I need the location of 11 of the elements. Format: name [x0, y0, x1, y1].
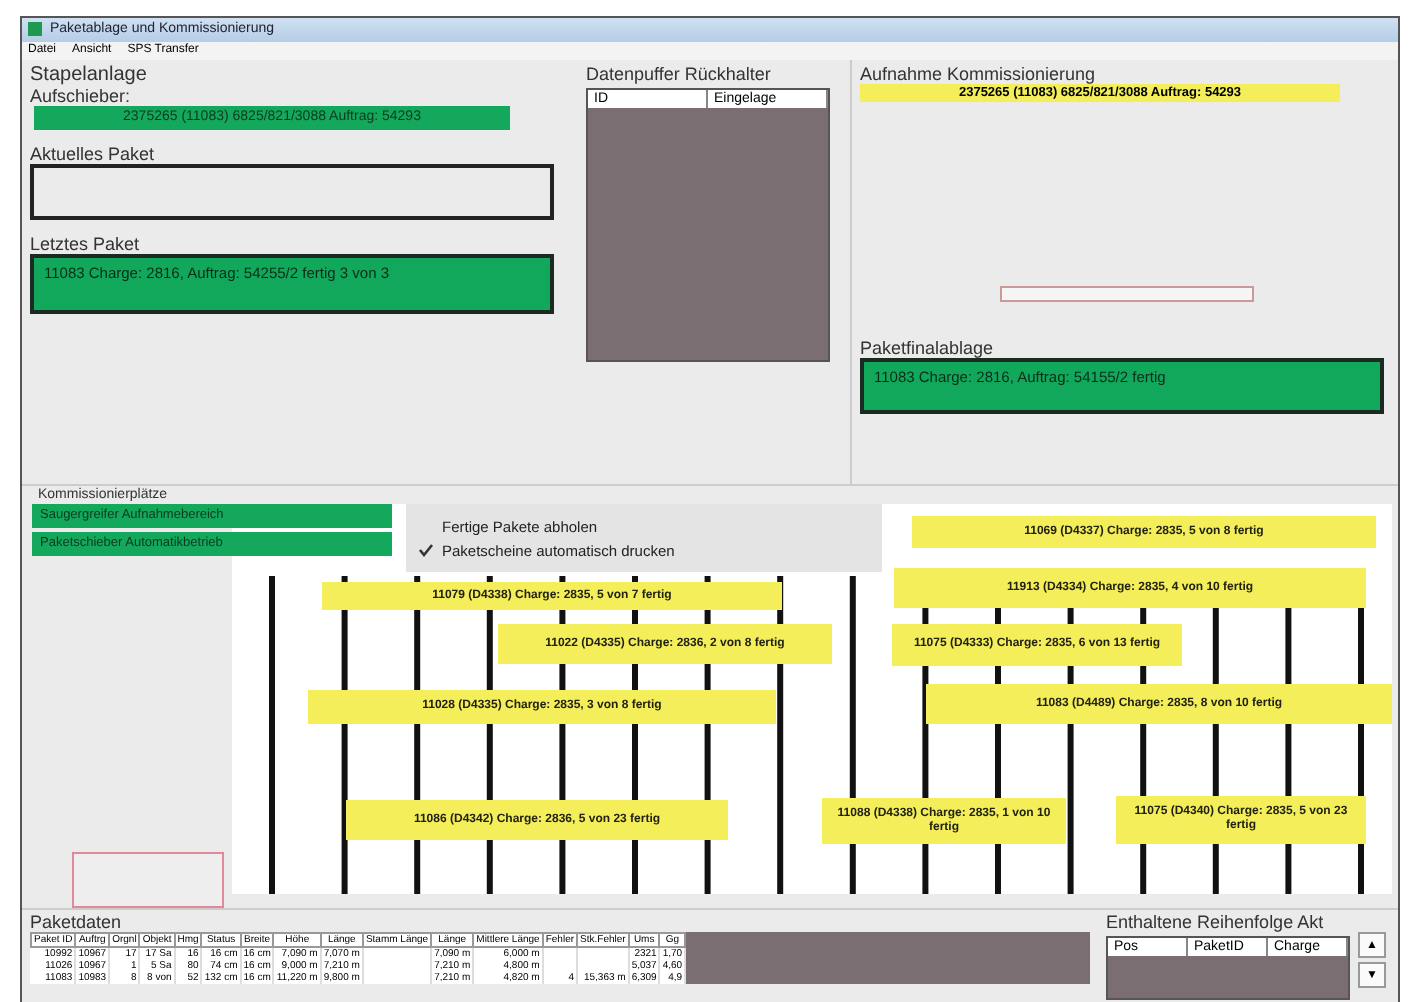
- check-icon: [418, 542, 434, 559]
- section-title: Paketfinalablage: [860, 337, 996, 358]
- section-title: Enthaltene Reihenfolge Akt: [1106, 912, 1326, 932]
- section-title: Aufnahme Kommissionierung: [860, 63, 1098, 84]
- field-label: Letztes Paket: [30, 233, 140, 254]
- section-title: Paketdaten: [30, 912, 124, 932]
- app-icon: [28, 22, 42, 37]
- section-title: Datenpuffer Rückhalter: [586, 63, 773, 84]
- field-label: Aktuelles Paket: [30, 143, 155, 164]
- field-label: Aufschieber:: [30, 85, 131, 106]
- section-title: Stapelanlage: [30, 63, 147, 86]
